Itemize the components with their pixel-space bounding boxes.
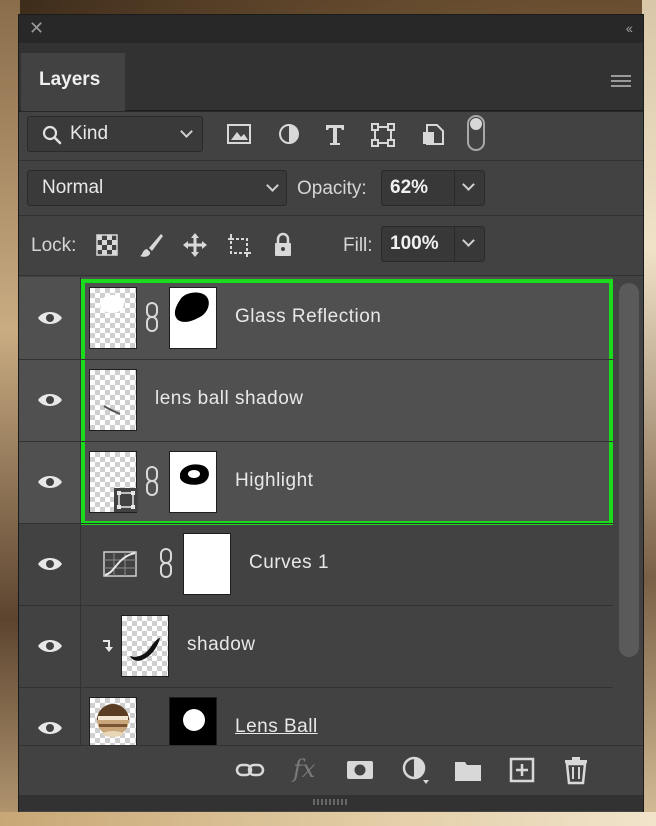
- background-bottom: [0, 812, 656, 826]
- fill-field[interactable]: 100%: [381, 226, 485, 262]
- lock-transparent-pixels-icon[interactable]: [93, 231, 121, 259]
- filter-toggle[interactable]: [467, 115, 485, 151]
- lock-all-icon[interactable]: [269, 231, 297, 259]
- panel-tab-row: Layers: [19, 43, 643, 111]
- layer-row[interactable]: lens ball shadow: [19, 359, 613, 441]
- background-right: [642, 0, 656, 826]
- layer-thumbnail[interactable]: [89, 451, 138, 513]
- link-icon[interactable]: [145, 465, 159, 497]
- chevron-down-icon: [462, 234, 475, 247]
- eye-icon: [38, 312, 62, 324]
- layer-thumbnail[interactable]: [121, 615, 169, 677]
- kind-filter-label: Kind: [70, 123, 109, 144]
- link-icon[interactable]: [145, 301, 159, 333]
- search-icon: [42, 125, 62, 145]
- blend-mode-value: Normal: [42, 177, 104, 198]
- layer-thumbnail[interactable]: [89, 369, 137, 431]
- tab-layers[interactable]: Layers: [21, 53, 125, 111]
- visibility-toggle[interactable]: [19, 523, 81, 605]
- layer-name: Highlight: [235, 470, 314, 491]
- link-icon[interactable]: [159, 547, 173, 579]
- shadow-stroke-shape: [103, 405, 121, 415]
- background-left: [0, 0, 20, 826]
- close-icon[interactable]: ✕: [29, 19, 44, 37]
- opacity-field[interactable]: 62%: [381, 170, 485, 206]
- lock-position-icon[interactable]: [181, 231, 209, 259]
- new-group-icon[interactable]: [453, 755, 483, 785]
- layer-mask-thumbnail[interactable]: [183, 533, 231, 595]
- shape-filter-icon[interactable]: [369, 119, 397, 149]
- divider: [19, 605, 613, 606]
- fill-value: 100%: [390, 233, 439, 254]
- delete-layer-icon[interactable]: [561, 755, 591, 785]
- layer-name: shadow: [187, 634, 256, 655]
- chevron-down-icon: [266, 179, 279, 192]
- visibility-toggle[interactable]: [19, 441, 81, 523]
- layer-name: Lens Ball: [235, 716, 318, 737]
- eye-icon: [38, 476, 62, 488]
- fill-label: Fill:: [343, 235, 373, 256]
- panel-titlebar: ✕ ‹‹: [19, 15, 643, 43]
- layer-mask-thumbnail[interactable]: [169, 451, 217, 513]
- new-layer-icon[interactable]: [507, 755, 537, 785]
- layer-name: Curves 1: [249, 552, 330, 573]
- divider: [19, 523, 613, 524]
- mask-shape: [180, 464, 209, 485]
- image-filter-icon[interactable]: [225, 119, 253, 149]
- divider: [19, 215, 643, 216]
- divider: [19, 687, 613, 688]
- lock-image-pixels-icon[interactable]: [137, 231, 165, 259]
- layer-row[interactable]: shadow: [19, 605, 613, 687]
- divider: [19, 359, 613, 360]
- fill-dropdown-button[interactable]: [454, 227, 484, 261]
- lock-label: Lock:: [31, 235, 77, 256]
- layers-panel: ✕ ‹‹ Layers Kind Normal Opacity: 62% Loc…: [18, 14, 644, 812]
- collapse-icon[interactable]: ‹‹: [626, 20, 633, 36]
- layer-row[interactable]: Highlight: [19, 441, 613, 523]
- layer-name: Glass Reflection: [235, 306, 382, 327]
- layer-row[interactable]: Curves 1: [19, 523, 613, 605]
- opacity-label: Opacity:: [297, 178, 367, 199]
- divider: [19, 275, 643, 276]
- smart-object-badge-icon: [114, 488, 138, 512]
- visibility-toggle[interactable]: [19, 359, 81, 441]
- chevron-down-icon: [462, 178, 475, 191]
- scrollbar-thumb[interactable]: [619, 283, 639, 657]
- layer-name: lens ball shadow: [155, 388, 304, 409]
- adjustment-layer-icon[interactable]: [401, 755, 431, 785]
- reflection-shape: [100, 295, 124, 313]
- eye-icon: [38, 394, 62, 406]
- resize-grip-icon[interactable]: [313, 799, 349, 805]
- eye-icon: [38, 640, 62, 652]
- type-filter-icon[interactable]: [321, 119, 349, 149]
- lock-artboard-icon[interactable]: [225, 231, 253, 259]
- opacity-value: 62%: [390, 177, 429, 198]
- add-mask-icon[interactable]: [345, 755, 375, 785]
- visibility-toggle[interactable]: [19, 605, 81, 687]
- curves-adjustment-icon[interactable]: [103, 551, 137, 577]
- visibility-toggle[interactable]: [19, 277, 81, 359]
- divider: [19, 441, 613, 442]
- divider: [19, 160, 643, 161]
- mask-shape: [174, 292, 209, 322]
- blend-mode-select[interactable]: Normal: [27, 170, 287, 206]
- layer-thumbnail[interactable]: [89, 287, 137, 349]
- adjustment-filter-icon[interactable]: [275, 119, 303, 149]
- eye-icon: [38, 558, 62, 570]
- panel-menu-icon[interactable]: [611, 75, 631, 87]
- opacity-dropdown-button[interactable]: [454, 171, 484, 205]
- link-layers-icon[interactable]: [235, 755, 265, 785]
- kind-filter-select[interactable]: Kind: [27, 116, 203, 152]
- chevron-down-icon: [180, 125, 193, 138]
- layer-row[interactable]: Glass Reflection: [19, 277, 613, 359]
- clipping-mask-arrow-icon: [103, 640, 113, 652]
- eye-icon: [38, 722, 62, 734]
- smart-object-filter-icon[interactable]: [419, 119, 447, 149]
- bottom-toolbar: [19, 745, 643, 795]
- layer-mask-thumbnail[interactable]: [169, 287, 217, 349]
- fx-icon[interactable]: fx: [293, 755, 315, 783]
- shadow-shape: [130, 638, 160, 661]
